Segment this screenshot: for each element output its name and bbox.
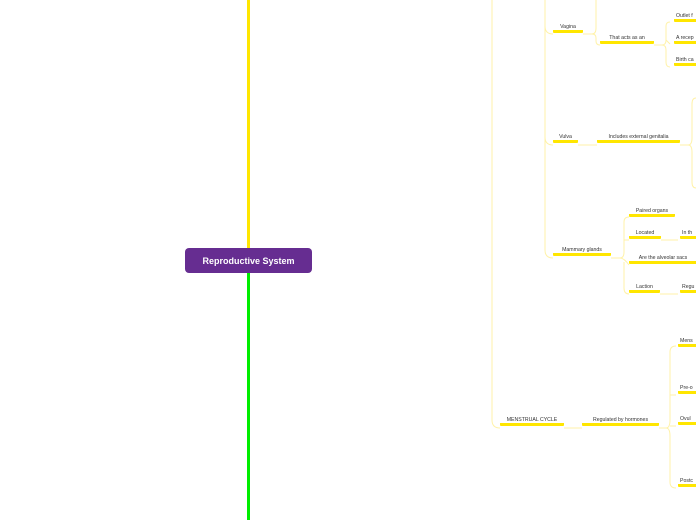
node-receptacle[interactable]: A recep (674, 35, 696, 44)
level2-spine (491, 0, 501, 429)
connector-lines (247, 0, 696, 520)
node-outlet[interactable]: Outlet f (674, 13, 696, 22)
node-laction-regulated[interactable]: Regu (680, 284, 696, 293)
mind-map-canvas: Reproductive System Vagina That acts as … (0, 0, 696, 520)
vagina-up-line (591, 0, 597, 35)
node-that-acts-as-an[interactable]: That acts as an (600, 35, 654, 44)
node-located[interactable]: Located (629, 230, 661, 239)
level3-spine (544, 0, 554, 259)
acts-as-branch-line (654, 21, 671, 68)
node-laction[interactable]: Laction (629, 284, 660, 293)
node-post[interactable]: Postc (678, 478, 696, 487)
node-ovul[interactable]: Ovul (678, 416, 696, 425)
node-menstrual-cycle[interactable]: MENSTRUAL CYCLE (500, 417, 564, 426)
node-birth-canal[interactable]: Birth ca (674, 57, 696, 66)
vagina-connector (544, 25, 554, 35)
node-alveolar-sacs[interactable]: Are the alveolar sacs (629, 255, 696, 264)
node-located-in[interactable]: In th (680, 230, 696, 239)
genitalia-branch-line (680, 97, 696, 189)
node-paired-organs[interactable]: Paired organs (629, 208, 675, 217)
node-includes-external-genitalia[interactable]: Includes external genitalia (597, 134, 680, 143)
node-vagina[interactable]: Vagina (553, 24, 583, 33)
node-pre[interactable]: Pre-o (678, 385, 696, 394)
vulva-connector (544, 136, 554, 146)
node-vulva[interactable]: Vulva (553, 134, 578, 143)
mammary-branch-line (611, 216, 630, 295)
vagina-branch-line (583, 33, 601, 46)
node-regulated-by-hormones[interactable]: Regulated by hormones (582, 417, 659, 426)
hormones-branch-line (659, 345, 677, 489)
node-mammary-glands[interactable]: Mammary glands (553, 247, 611, 256)
root-topic[interactable]: Reproductive System (185, 248, 312, 273)
node-mens[interactable]: Mens (678, 338, 696, 347)
